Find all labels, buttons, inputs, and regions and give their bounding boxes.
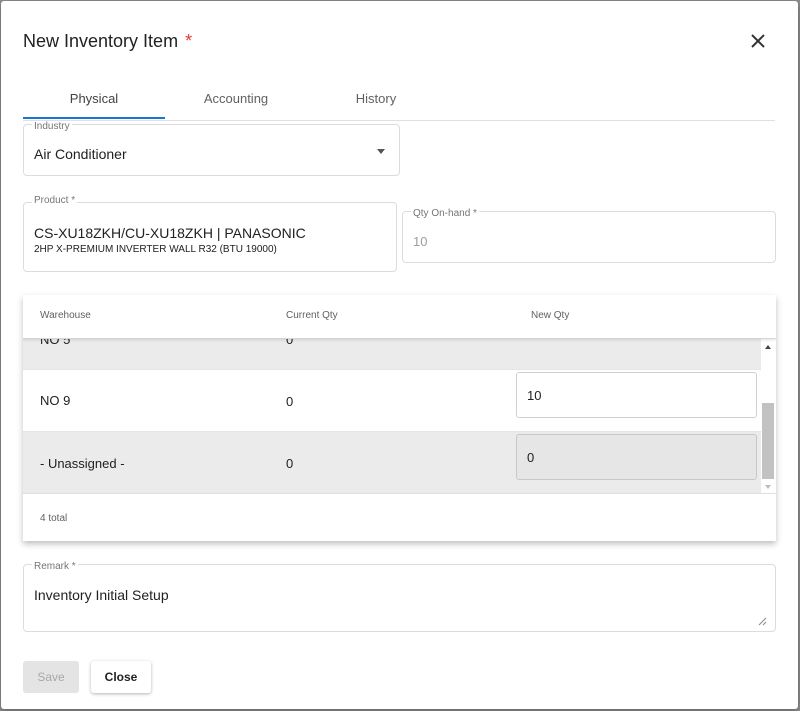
tab-bar: Physical Accounting History bbox=[23, 81, 775, 121]
remark-value: Inventory Initial Setup bbox=[34, 587, 169, 603]
table-footer: 4 total bbox=[23, 493, 776, 541]
tab-physical[interactable]: Physical bbox=[23, 81, 165, 119]
resize-handle-icon[interactable] bbox=[757, 613, 767, 626]
new-qty-input: 0 bbox=[516, 434, 757, 480]
new-qty-input[interactable]: 10 bbox=[516, 372, 757, 418]
table-row: - Unassigned - 0 0 bbox=[23, 432, 761, 493]
header-new-qty: New Qty bbox=[531, 310, 570, 321]
cell-warehouse: NO 5 bbox=[40, 339, 71, 347]
table-header: Warehouse Current Qty New Qty bbox=[23, 295, 776, 339]
dialog-title: New Inventory Item * bbox=[23, 31, 192, 52]
cell-warehouse: - Unassigned - bbox=[40, 456, 125, 471]
product-description: 2HP X-PREMIUM INVERTER WALL R32 (BTU 190… bbox=[34, 244, 277, 255]
qty-onhand-field: Qty On-hand * 10 bbox=[402, 208, 776, 263]
scroll-down-icon[interactable] bbox=[765, 485, 771, 489]
remark-field[interactable]: Remark * Inventory Initial Setup bbox=[23, 561, 776, 632]
product-label: Product * bbox=[32, 195, 78, 206]
save-button[interactable]: Save bbox=[23, 661, 79, 693]
dialog-title-text: New Inventory Item bbox=[23, 31, 179, 51]
warehouse-table: Warehouse Current Qty New Qty NO 5 0 - N… bbox=[23, 295, 776, 541]
close-icon[interactable] bbox=[747, 30, 769, 52]
header-current-qty: Current Qty bbox=[286, 310, 338, 321]
total-count: 4 total bbox=[40, 513, 68, 524]
header-warehouse: Warehouse bbox=[40, 310, 91, 321]
chevron-down-icon[interactable] bbox=[377, 149, 385, 154]
tab-accounting[interactable]: Accounting bbox=[165, 81, 307, 119]
new-qty-value: 0 bbox=[527, 450, 535, 465]
industry-value: Air Conditioner bbox=[34, 146, 127, 162]
scroll-thumb[interactable] bbox=[762, 403, 774, 479]
cell-current-qty: 0 bbox=[286, 339, 294, 347]
table-body: NO 5 0 - NO 9 0 10 - Unassigned - 0 0 bbox=[23, 339, 761, 493]
industry-label: Industry bbox=[32, 121, 72, 132]
table-row: NO 9 0 10 bbox=[23, 370, 761, 432]
cell-warehouse: NO 9 bbox=[40, 393, 71, 408]
scroll-up-icon[interactable] bbox=[765, 345, 771, 349]
industry-select[interactable]: Industry Air Conditioner bbox=[23, 121, 400, 176]
table-scrollbar[interactable] bbox=[761, 339, 776, 493]
cell-current-qty: 0 bbox=[286, 456, 294, 471]
qty-onhand-value: 10 bbox=[413, 234, 428, 249]
new-inventory-dialog: New Inventory Item * Physical Accounting… bbox=[1, 1, 798, 709]
product-field[interactable]: Product * CS-XU18ZKH/CU-XU18ZKH | PANASO… bbox=[23, 195, 397, 272]
new-qty-value: 10 bbox=[527, 388, 542, 403]
cell-current-qty: 0 bbox=[286, 394, 294, 409]
tab-history[interactable]: History bbox=[305, 81, 447, 119]
product-value: CS-XU18ZKH/CU-XU18ZKH | PANASONIC bbox=[34, 225, 306, 241]
table-row: NO 5 0 - bbox=[23, 339, 761, 370]
required-mark: * bbox=[185, 31, 193, 51]
close-button[interactable]: Close bbox=[91, 661, 151, 693]
qty-onhand-label: Qty On-hand * bbox=[411, 208, 479, 219]
remark-label: Remark * bbox=[32, 561, 78, 572]
